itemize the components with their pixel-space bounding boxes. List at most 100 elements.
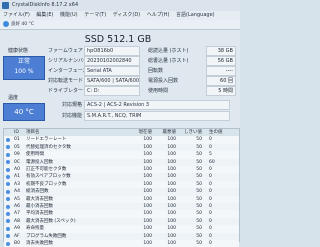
table-row[interactable]: A9 寿命残量 100 100 50 0 <box>4 225 239 233</box>
col-id[interactable]: ID <box>14 129 19 136</box>
table-row[interactable]: A4 総消去回数 100 100 50 0 <box>4 188 239 195</box>
cell-worst: 100 <box>167 211 176 217</box>
cell-raw: 0 <box>209 218 212 224</box>
cell-worst: 100 <box>167 189 176 195</box>
table-row[interactable]: B0 消去失敗回数 100 100 50 0 <box>4 240 239 247</box>
col-current[interactable]: 現在値 <box>132 129 153 136</box>
table-row[interactable]: AF プログラム失敗回数 100 100 50 0 <box>4 233 239 240</box>
table-row[interactable]: A1 有効スペアブロック数 100 100 50 0 <box>4 173 239 180</box>
cell-name: 最大消去回数 <box>26 196 53 202</box>
table-row[interactable]: A7 平均消去回数 100 100 50 0 <box>4 210 239 218</box>
power-on-count: 60 回 <box>206 76 236 86</box>
cell-current: 100 <box>143 211 152 217</box>
temp-label: 温度 <box>8 95 19 101</box>
cell-name: 最小消去回数 <box>26 204 53 209</box>
cell-threshold: 50 <box>196 211 202 217</box>
table-row[interactable]: 0C 電源投入回数 100 100 50 60 <box>4 159 239 166</box>
table-row[interactable]: A6 最小消去回数 100 100 50 0 <box>4 203 239 210</box>
status-dot-icon <box>6 175 10 180</box>
info-key: インターフェース <box>48 68 88 74</box>
info-key: 対応転送モード <box>48 78 84 84</box>
col-name[interactable]: 項目名 <box>26 129 40 136</box>
info-firmware: ファームウェア hpO816b0 <box>48 46 140 56</box>
power-on-hours: 5 時間 <box>206 86 236 96</box>
menu-edit[interactable]: 編集(E) <box>36 11 53 20</box>
menu-help[interactable]: ヘルプ(H) <box>147 11 170 20</box>
cell-current: 100 <box>143 226 152 232</box>
cell-current: 100 <box>143 159 152 165</box>
cell-raw: 0 <box>209 226 212 232</box>
cell-raw: 0 <box>209 137 212 143</box>
status-dot-icon <box>6 167 10 172</box>
cell-id: 09 <box>14 152 20 158</box>
cell-threshold: 50 <box>196 189 202 195</box>
window-title: CrystalDiskInfo 8.17.2 x64 <box>12 2 79 8</box>
cell-raw: 5 <box>209 152 212 158</box>
cell-current: 100 <box>143 167 152 172</box>
cell-raw: 0 <box>209 233 212 239</box>
cell-id: A0 <box>14 167 20 172</box>
info-key: ドライブレター <box>48 88 84 94</box>
info-features: 対応機能 S.M.A.R.T., NCQ, TRIM <box>48 111 230 121</box>
cell-threshold: 50 <box>196 241 202 246</box>
table-row[interactable]: A8 最大消去回数 (スペック) 100 100 50 0 <box>4 218 239 225</box>
info-drive-letter: ドライブレター C: D: <box>48 86 140 96</box>
cell-worst: 100 <box>167 204 176 209</box>
cell-id: A6 <box>14 204 20 209</box>
status-dot-icon <box>6 152 10 157</box>
info-serial: シリアルナンバー20230102002840 <box>48 56 140 66</box>
menu-disk[interactable]: ディスク(D) <box>113 11 140 20</box>
info-value: hpO816b0 <box>84 46 140 56</box>
cell-id: A3 <box>14 181 20 187</box>
table-row[interactable]: A5 最大消去回数 100 100 50 0 <box>4 195 239 203</box>
table-row[interactable]: A3 初期不良ブロック数 100 100 50 0 <box>4 180 239 189</box>
cell-name: 有効スペアブロック数 <box>26 174 71 180</box>
cell-name: 消去失敗回数 <box>26 241 53 246</box>
status-dot-icon <box>6 234 10 239</box>
cell-threshold: 50 <box>196 174 202 180</box>
cell-name: 総消去回数 <box>26 189 49 195</box>
cell-threshold: 50 <box>196 152 202 158</box>
table-row[interactable]: 01 リードエラーレート 100 100 50 0 <box>4 136 239 144</box>
cell-raw: 0 <box>209 144 212 150</box>
info-transfer-mode: 対応転送モード SATA/600 | SATA/600 <box>48 76 140 86</box>
status-dot-icon <box>6 219 10 224</box>
total-host-writes: 56 GB <box>206 56 236 66</box>
cell-threshold: 50 <box>196 233 202 239</box>
cell-threshold: 50 <box>196 226 202 232</box>
info-key: 対応規格 <box>61 102 82 108</box>
cell-current: 100 <box>143 189 152 195</box>
cell-threshold: 50 <box>196 181 202 187</box>
cell-id: A9 <box>14 226 20 232</box>
menu-file[interactable]: ファイル(F) <box>3 11 30 20</box>
table-row[interactable]: 09 使用時間 100 100 50 5 <box>4 151 239 159</box>
info-key: 対応機能 <box>61 113 82 119</box>
cell-id: A7 <box>14 211 20 217</box>
cell-name: 電源投入回数 <box>26 159 53 165</box>
col-threshold[interactable]: しきい値 <box>182 129 202 136</box>
cell-name: 代替処理済のセクタ数 <box>26 144 71 150</box>
menu-bar: ファイル(F) 編集(E) 機能(U) テーマ(T) ディスク(D) ヘルプ(H… <box>0 11 240 20</box>
cell-worst: 100 <box>167 233 176 239</box>
cell-threshold: 50 <box>196 196 202 202</box>
cell-current: 100 <box>143 233 152 239</box>
drive-tab[interactable]: 良好 40 °C <box>11 20 34 29</box>
cell-threshold: 50 <box>196 167 202 172</box>
menu-language[interactable]: 言語(Language) <box>176 11 215 20</box>
info-key: 電源投入回数 <box>148 78 179 84</box>
table-row[interactable]: 05 代替処理済のセクタ数 100 100 50 0 <box>4 144 239 151</box>
col-worst[interactable]: 最悪値 <box>156 129 177 136</box>
info-value: C: D: <box>84 86 140 96</box>
health-status-box[interactable]: 正常 100 % <box>3 56 45 80</box>
cell-name: リードエラーレート <box>26 137 67 143</box>
cell-worst: 100 <box>167 137 176 143</box>
menu-function[interactable]: 機能(U) <box>60 11 78 20</box>
cell-current: 100 <box>143 174 152 180</box>
cell-name: 平均消去回数 <box>26 211 53 217</box>
menu-theme[interactable]: テーマ(T) <box>84 11 106 20</box>
table-row[interactable]: A0 訂正不可能セクタ数 100 100 50 0 <box>4 166 239 174</box>
info-key: 回転数 <box>148 68 164 74</box>
cell-name: 使用時間 <box>26 152 44 158</box>
info-value: Serial ATA <box>84 66 140 76</box>
col-raw[interactable]: 生の値 <box>209 129 223 136</box>
